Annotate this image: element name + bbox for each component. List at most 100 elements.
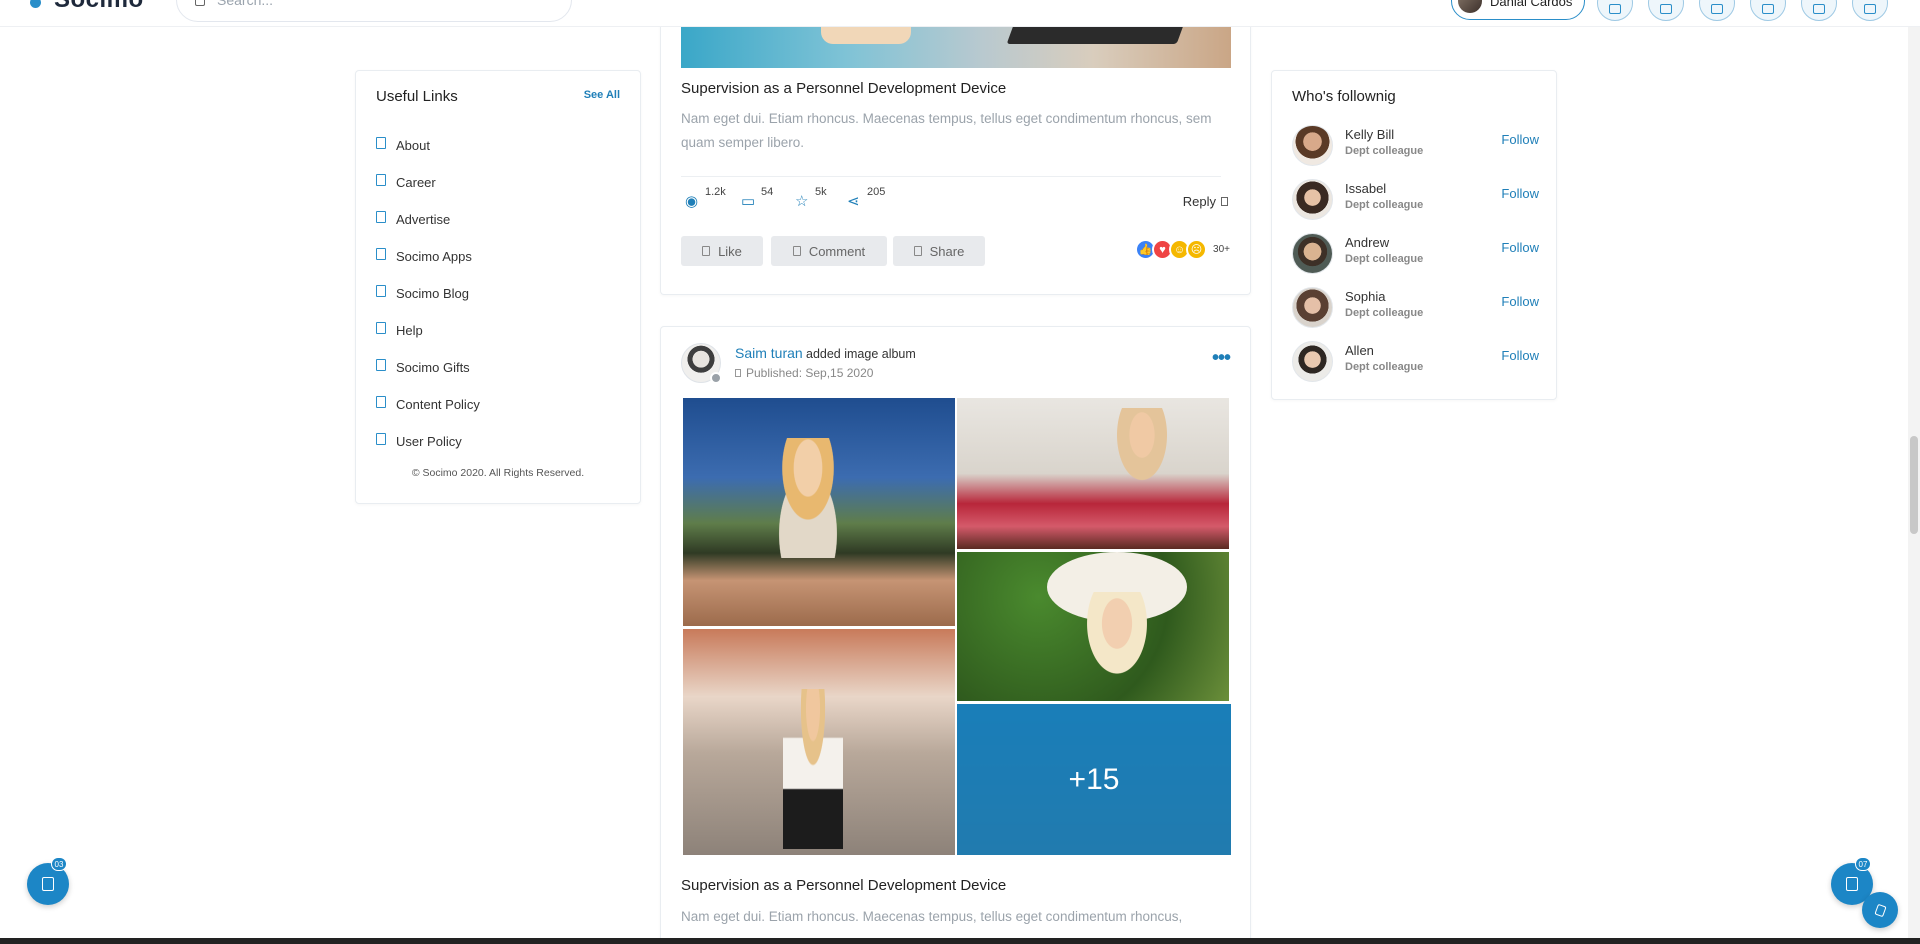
search-input[interactable]	[217, 0, 537, 8]
calendar-icon	[735, 369, 741, 377]
widget-title: Useful Links	[376, 88, 458, 105]
link-item-advertise[interactable]: Advertise	[376, 201, 480, 238]
share-label: Share	[929, 243, 965, 259]
link-icon	[376, 395, 386, 408]
widget-title: Who's follownig	[1292, 88, 1396, 105]
link-label: Career	[396, 175, 436, 190]
stars-count: 5k	[815, 186, 827, 198]
apps-icon[interactable]	[1852, 0, 1888, 21]
person-name[interactable]: Sophia	[1345, 289, 1385, 304]
post-card: Saim turan added image album Published: …	[660, 326, 1251, 944]
follow-button[interactable]: Follow	[1501, 348, 1539, 363]
star-icon: ☆	[795, 193, 809, 210]
follow-button[interactable]: Follow	[1501, 132, 1539, 147]
messages-icon[interactable]	[1699, 0, 1735, 21]
notifications-icon[interactable]	[1750, 0, 1786, 21]
published-label: Published: Sep,15 2020	[746, 366, 874, 380]
link-item-user-policy[interactable]: User Policy	[376, 423, 480, 460]
follow-row: Andrew Dept colleague Follow	[1292, 229, 1539, 274]
person-desc: Dept colleague	[1345, 307, 1424, 319]
broadcast-icon[interactable]	[1597, 0, 1633, 21]
sad-reaction-icon: ☹	[1186, 239, 1208, 260]
search-box[interactable]	[176, 0, 572, 22]
person-desc: Dept colleague	[1345, 361, 1424, 373]
album-photo[interactable]	[957, 398, 1229, 549]
home-icon[interactable]	[1648, 0, 1684, 21]
add-icon[interactable]	[1801, 0, 1837, 21]
comment-icon	[792, 246, 801, 256]
avatar[interactable]	[681, 343, 722, 384]
album-photo[interactable]	[683, 629, 955, 855]
link-item-content-policy[interactable]: Content Policy	[376, 386, 480, 423]
person-name[interactable]: Kelly Bill	[1345, 127, 1394, 142]
link-item-socimo-gifts[interactable]: Socimo Gifts	[376, 349, 480, 386]
link-label: About	[396, 138, 430, 153]
comment-icon: ▭	[741, 193, 756, 210]
status-icon	[710, 372, 722, 384]
views-stat[interactable]: ◉ 1.2k	[685, 186, 726, 210]
follow-button[interactable]: Follow	[1501, 240, 1539, 255]
link-label: Advertise	[396, 212, 451, 227]
link-icon	[376, 210, 386, 223]
album-photo[interactable]	[957, 552, 1229, 701]
notification-badge: 03	[51, 857, 67, 871]
post-date: Published: Sep,15 2020	[735, 366, 873, 380]
logo-icon	[26, 0, 48, 11]
messages-icon	[1846, 877, 1858, 891]
comments-count: 54	[761, 186, 774, 198]
comments-stat[interactable]: ▭ 54	[741, 186, 773, 210]
user-name: Danial Cardos	[1490, 0, 1573, 9]
link-label: Help	[396, 323, 423, 338]
link-icon	[376, 136, 386, 149]
notification-badge: 07	[1855, 857, 1871, 871]
link-label: User Policy	[396, 434, 462, 449]
post-title[interactable]: Supervision as a Personnel Development D…	[681, 877, 1006, 894]
link-icon	[376, 358, 386, 371]
reply-icon	[1221, 197, 1228, 206]
link-item-socimo-blog[interactable]: Socimo Blog	[376, 275, 480, 312]
link-item-socimo-apps[interactable]: Socimo Apps	[376, 238, 480, 275]
person-name[interactable]: Allen	[1345, 343, 1374, 358]
left-float-button[interactable]: 03	[27, 857, 69, 905]
avatar[interactable]	[1292, 179, 1333, 220]
comment-label: Comment	[808, 243, 866, 259]
shares-stat[interactable]: ⋖ 205	[847, 186, 885, 210]
avatar[interactable]	[1292, 341, 1333, 382]
comment-button[interactable]: Comment	[771, 236, 887, 266]
scrollbar[interactable]	[1908, 0, 1920, 944]
reply-label: Reply	[1182, 194, 1216, 209]
avatar[interactable]	[1292, 287, 1333, 328]
post-author[interactable]: Saim turan	[735, 345, 803, 361]
like-button[interactable]: Like	[681, 236, 763, 266]
album-photo[interactable]	[683, 398, 955, 626]
see-all-link[interactable]: See All	[584, 89, 620, 101]
avatar[interactable]	[1292, 125, 1333, 166]
link-icon	[376, 247, 386, 260]
follow-button[interactable]: Follow	[1501, 294, 1539, 309]
link-item-career[interactable]: Career	[376, 164, 480, 201]
reactions[interactable]: 👍 ♥ ☺ ☹ 30+	[1135, 239, 1230, 260]
post-title[interactable]: Supervision as a Personnel Development D…	[681, 80, 1006, 97]
link-item-help[interactable]: Help	[376, 312, 480, 349]
stars-stat[interactable]: ☆ 5k	[795, 186, 827, 210]
scroll-top-button[interactable]	[1862, 892, 1898, 928]
user-profile-button[interactable]: Danial Cardos	[1451, 0, 1586, 20]
logo[interactable]: Socimo	[26, 0, 144, 14]
person-name[interactable]: Andrew	[1345, 235, 1389, 250]
more-photos-overlay[interactable]: +15	[957, 704, 1231, 855]
link-label: Socimo Blog	[396, 286, 469, 301]
useful-links-widget: Useful Links See All About Career Advert…	[355, 70, 641, 504]
reply-button[interactable]: Reply	[1183, 194, 1228, 209]
more-options-icon[interactable]: •••	[1212, 347, 1231, 370]
scrollbar-thumb[interactable]	[1910, 436, 1918, 534]
link-item-about[interactable]: About	[376, 127, 480, 164]
share-icon: ⋖	[847, 193, 860, 210]
arrow-icon	[1873, 903, 1887, 917]
copyright: © Socimo 2020. All Rights Reserved.	[411, 467, 585, 479]
follow-button[interactable]: Follow	[1501, 186, 1539, 201]
person-name[interactable]: Issabel	[1345, 181, 1386, 196]
share-button[interactable]: Share	[893, 236, 985, 266]
follow-row: Allen Dept colleague Follow	[1292, 337, 1539, 382]
reactions-count: 30+	[1213, 244, 1230, 255]
avatar[interactable]	[1292, 233, 1333, 274]
